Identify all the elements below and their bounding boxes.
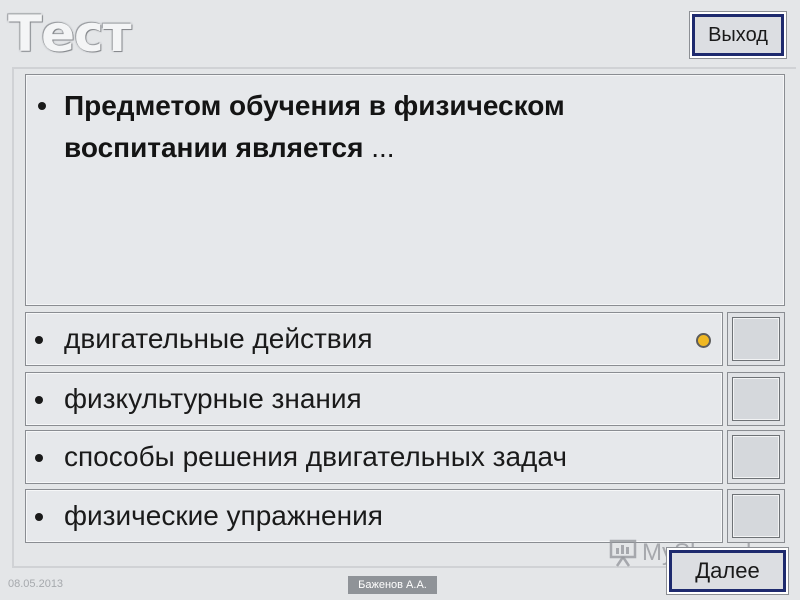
checkbox-square <box>732 377 780 421</box>
answer-label: физические упражнения <box>64 500 383 531</box>
answer-option-3[interactable]: способы решения двигательных задач <box>25 430 723 484</box>
answer-checkbox-2[interactable] <box>727 372 785 426</box>
bullet-icon <box>35 336 43 344</box>
question-label: Предметом обучения в физическом воспитан… <box>64 90 565 163</box>
presentation-board-icon <box>609 539 637 567</box>
radio-dot-icon <box>696 333 711 348</box>
bullet-icon <box>38 102 46 110</box>
bullet-icon <box>35 396 43 404</box>
answer-label: физкультурные знания <box>64 383 362 414</box>
checkbox-square <box>732 435 780 479</box>
author-label: Баженов А.А. <box>348 576 437 594</box>
answer-checkbox-4[interactable] <box>727 489 785 543</box>
answer-label: двигательные действия <box>64 323 373 354</box>
checkbox-square <box>732 317 780 361</box>
frame-border-bottom <box>12 566 672 568</box>
answer-label: способы решения двигательных задач <box>64 441 567 472</box>
frame-border-left <box>12 67 14 567</box>
frame-border-top <box>12 67 796 69</box>
question-ellipsis: ... <box>363 132 395 163</box>
answer-option-4[interactable]: физические упражнения <box>25 489 723 543</box>
question-panel: Предметом обучения в физическом воспитан… <box>25 74 785 306</box>
checkbox-square <box>732 494 780 538</box>
bullet-icon <box>35 513 43 521</box>
exit-button[interactable]: Выход <box>692 14 784 56</box>
answer-option-2[interactable]: физкультурные знания <box>25 372 723 426</box>
slide-date: 08.05.2013 <box>8 578 64 590</box>
answer-checkbox-3[interactable] <box>727 430 785 484</box>
question-text: Предметом обучения в физическом воспитан… <box>64 85 684 169</box>
bullet-icon <box>35 454 43 462</box>
answer-option-1[interactable]: двигательные действия <box>25 312 723 366</box>
page-title: Тест <box>8 5 132 63</box>
answer-checkbox-1[interactable] <box>727 312 785 366</box>
next-button[interactable]: Далее <box>669 550 786 592</box>
